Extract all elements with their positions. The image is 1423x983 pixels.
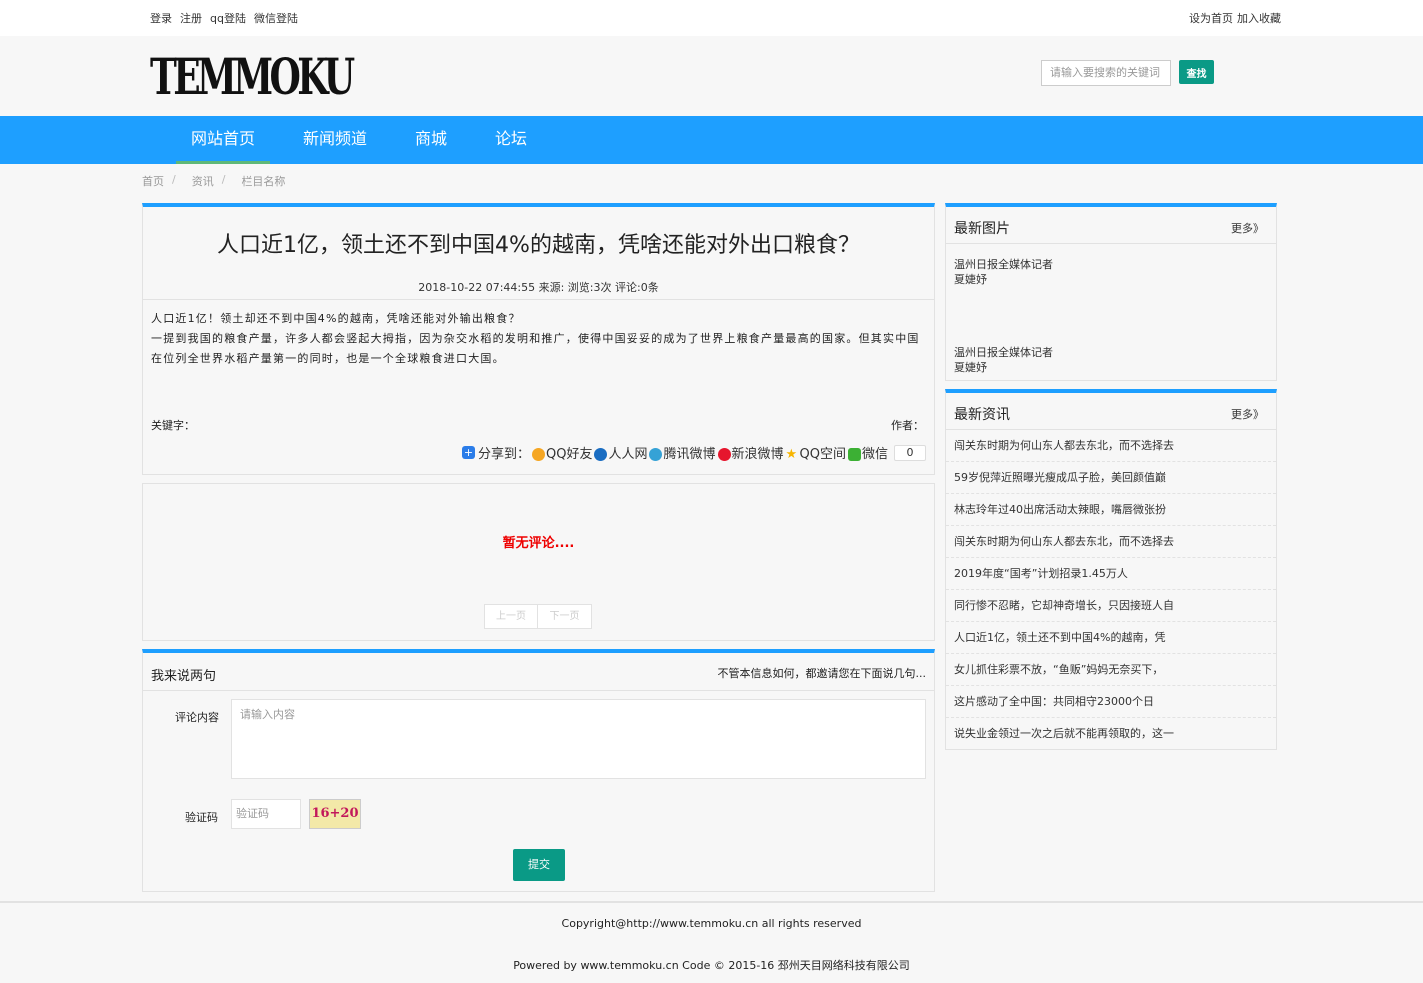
login-link[interactable]: 登录 [150,10,172,26]
news-item[interactable]: 这片感动了全中国：共同相守23000个日 [946,686,1276,718]
news-item[interactable]: 闯关东时期为何山东人都去东北，而不选择去 [946,526,1276,558]
tencent-weibo-icon [649,448,663,461]
comment-textarea[interactable]: 请输入内容 [231,699,926,779]
article-paragraph: 人口近1亿！领土却还不到中国4%的越南，凭啥还能对外输出粮食？ [151,312,521,325]
share-plus-icon: + [461,446,475,459]
account-links: 登录 注册 qq登陆 微信登陆 [150,10,298,26]
news-item[interactable]: 59岁倪萍近照曝光瘦成瓜子脸，美回颜值巅 [946,462,1276,494]
add-favorite-link[interactable]: 加入收藏 [1237,10,1281,26]
news-item[interactable]: 闯关东时期为何山东人都去东北，而不选择去 [946,430,1276,462]
divider [143,299,934,300]
article-body: 人口近1亿！领土却还不到中国4%的越南，凭啥还能对外输出粮食？ 一提到我国的粮食… [151,309,921,369]
latest-news-header: 最新资讯 更多》 [946,393,1276,430]
news-item[interactable]: 林志玲年过40出席活动太辣眼，嘴唇微张扮 [946,494,1276,526]
wechat-icon [847,448,861,461]
keywords-label: 关键字： [151,419,195,432]
captcha-label: 验证码 [185,811,218,824]
share-tencent-weibo[interactable]: 腾讯微博 [649,443,716,462]
set-homepage-link[interactable]: 设为首页 [1189,10,1233,26]
captcha-placeholder: 验证码 [236,807,269,820]
share-sina-weibo[interactable]: 新浪微博 [717,443,784,462]
share-count: 0 [894,444,926,461]
news-item[interactable]: 女儿抓住彩票不放，“鱼贩”妈妈无奈买下， [946,654,1276,686]
qq-login-link[interactable]: qq登陆 [210,10,246,26]
site-links: 设为首页 加入收藏 [1189,10,1281,26]
wechat-login-link[interactable]: 微信登陆 [254,10,298,26]
comment-form-hint: 不管本信息如何，都邀请您在下面说几句... [717,667,927,680]
share-qzone[interactable]: ★ QQ空间 [786,443,846,462]
latest-pictures-panel: 最新图片 更多》 温州日报全媒体记者 夏婕妤 温州日报全媒体记者 夏婕妤 [945,203,1277,381]
share-renren[interactable]: 人人网 [594,443,647,462]
search-button[interactable]: 查找 [1179,60,1214,84]
comment-placeholder: 请输入内容 [240,708,295,721]
more-pictures-link[interactable]: 更多》 [1231,220,1264,236]
nav-item-shop[interactable]: 商城 [400,116,462,164]
captcha-input[interactable]: 验证码 [231,799,301,829]
footer-powered-by: Powered by www.temmoku.cn Code © 2015-16… [513,959,910,972]
site-footer: Copyright@http://www.temmoku.cn all righ… [0,901,1423,983]
breadcrumb-separator: / [221,173,226,186]
picture-caption[interactable]: 温州日报全媒体记者 夏婕妤 [954,345,1064,375]
sina-weibo-icon [717,448,731,461]
site-header: TEMMOKU 请输入要搜索的关键词 查找 [0,36,1423,116]
qzone-star-icon: ★ [785,447,798,462]
search-input[interactable]: 请输入要搜索的关键词 [1041,60,1171,86]
captcha-image[interactable]: 16+20 [309,799,361,829]
comment-form-panel: 我来说两句 不管本信息如何，都邀请您在下面说几句... 评论内容 请输入内容 验… [142,649,935,892]
picture-caption[interactable]: 温州日报全媒体记者 夏婕妤 [954,257,1064,287]
breadcrumb-separator: / [172,173,176,186]
nav-item-home[interactable]: 网站首页 [176,116,270,164]
nav-item-news[interactable]: 新闻频道 [288,116,382,164]
submit-button[interactable]: 提交 [513,849,565,881]
article-panel: 人口近1亿，领土还不到中国4%的越南，凭啥还能对外出口粮食？ 2018-10-2… [142,203,935,475]
latest-news-title: 最新资讯 [954,407,1010,423]
share-label: 分享到： [477,447,530,462]
renren-icon [594,448,608,461]
site-logo[interactable]: TEMMOKU [150,48,355,106]
share-qq-friend[interactable]: QQ好友 [532,443,592,462]
comment-form-header: 我来说两句 不管本信息如何，都邀请您在下面说几句... [143,653,934,691]
share-wechat[interactable]: 微信 [847,443,888,462]
search-placeholder: 请输入要搜索的关键词 [1050,66,1160,79]
qq-icon [532,448,545,461]
breadcrumb-news[interactable]: 资讯 [192,173,214,189]
news-list: 闯关东时期为何山东人都去东北，而不选择去 59岁倪萍近照曝光瘦成瓜子脸，美回颜值… [946,430,1276,750]
more-news-link[interactable]: 更多》 [1231,406,1264,422]
pagination: 上一页 下一页 [484,604,592,629]
footer-copyright: Copyright@http://www.temmoku.cn all righ… [561,917,862,930]
prev-page-button[interactable]: 上一页 [484,604,538,629]
latest-pictures-title: 最新图片 [954,221,1010,237]
latest-news-panel: 最新资讯 更多》 闯关东时期为何山东人都去东北，而不选择去 59岁倪萍近照曝光瘦… [945,389,1277,750]
news-item[interactable]: 人口近1亿，领土还不到中国4%的越南，凭 [946,622,1276,654]
main-nav: 网站首页 新闻频道 商城 论坛 [0,116,1423,164]
latest-pictures-header: 最新图片 更多》 [946,207,1276,244]
comment-form-title: 我来说两句 [151,669,217,684]
top-bar: 登录 注册 qq登陆 微信登陆 设为首页 加入收藏 [0,0,1423,36]
breadcrumb: 首页 / 资讯 / 栏目名称 [142,173,285,189]
article-meta: 2018-10-22 07:44:55 来源: 浏览:3次 评论:0条 [418,281,659,294]
news-item[interactable]: 说失业金领过一次之后就不能再领取的，这一 [946,718,1276,750]
article-title: 人口近1亿，领土还不到中国4%的越南，凭啥还能对外出口粮食？ [217,233,860,258]
news-item[interactable]: 同行惨不忍睹，它却神奇增长，只因接班人自 [946,590,1276,622]
next-page-button[interactable]: 下一页 [538,604,592,629]
breadcrumb-current: 栏目名称 [241,175,286,188]
share-bar: + 分享到： QQ好友 人人网 腾讯微博 新浪微博 ★ QQ空间 微信 0 [461,443,926,462]
news-item[interactable]: 2019年度“国考”计划招录1.45万人 [946,558,1276,590]
content-label: 评论内容 [175,711,219,724]
register-link[interactable]: 注册 [180,10,202,26]
no-comment-message: 暂无评论.... [502,536,575,551]
comments-panel: 暂无评论.... 上一页 下一页 [142,483,935,641]
breadcrumb-home[interactable]: 首页 [142,173,164,189]
author-label: 作者： [891,419,924,432]
article-paragraph: 一提到我国的粮食产量，许多人都会竖起大拇指，因为杂交水稻的发明和推广，使得中国妥… [151,332,920,365]
nav-item-forum[interactable]: 论坛 [480,116,542,164]
